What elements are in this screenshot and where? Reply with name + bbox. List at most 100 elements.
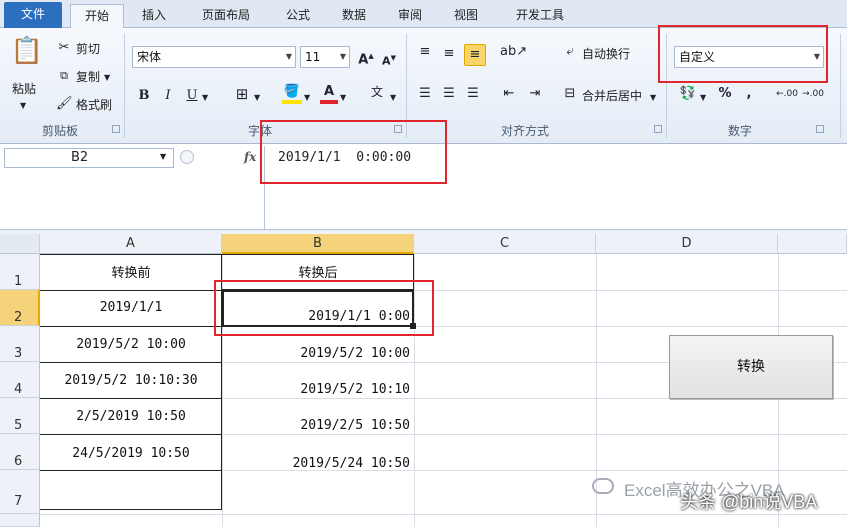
fill-color-icon[interactable]: 🪣 [282, 84, 302, 104]
align-bottom-icon[interactable]: ≡ [464, 44, 486, 66]
insert-function-icon[interactable]: fx [244, 150, 256, 164]
copy-dropdown-icon[interactable]: ▼ [104, 70, 110, 86]
underline-button[interactable]: U [184, 88, 200, 104]
merge-center-button[interactable]: 合并后居中 [582, 87, 642, 104]
orientation-icon[interactable]: ab↗ [500, 44, 527, 60]
table-border [40, 434, 222, 435]
watermark-author: 头条 @bin说VBA [680, 492, 818, 512]
row-header-2[interactable]: 2 [0, 290, 40, 326]
font-color-icon[interactable]: A [320, 84, 338, 104]
number-launcher-icon[interactable] [816, 125, 824, 133]
font-name-select[interactable]: 宋体 ▼ [132, 46, 296, 68]
align-right-icon[interactable]: ☰ [464, 86, 482, 102]
cell-a4[interactable]: 2019/5/2 10:10:30 [40, 373, 222, 388]
cell-b3[interactable]: 2019/5/2 10:00 [222, 346, 410, 361]
paste-button[interactable]: 粘贴 [12, 80, 36, 97]
increase-decimal-icon[interactable]: ←.00 [776, 86, 798, 102]
tab-insert[interactable]: 插入 [132, 4, 176, 28]
format-painter-icon: 🖌 [56, 96, 73, 111]
table-border [40, 290, 222, 291]
grow-font-icon[interactable]: A▲ [356, 48, 376, 68]
row-header-6[interactable]: 6 [0, 434, 40, 470]
row-header-4[interactable]: 4 [0, 362, 40, 398]
currency-icon[interactable]: 💱 [678, 86, 698, 102]
comma-button[interactable]: , [742, 86, 756, 102]
phonetic-dropdown-icon[interactable]: ▼ [390, 90, 396, 106]
align-middle-icon[interactable]: ≡ [440, 46, 458, 62]
cell-b4[interactable]: 2019/5/2 10:10 [222, 382, 410, 397]
clipboard-launcher-icon[interactable] [112, 125, 120, 133]
tab-review[interactable]: 审阅 [388, 4, 432, 28]
paste-dropdown-icon[interactable]: ▼ [20, 98, 26, 114]
cell-a2[interactable]: 2019/1/1 [40, 300, 222, 315]
cell-b6[interactable]: 2019/5/24 10:50 [222, 456, 410, 471]
convert-button[interactable]: 转换 [669, 335, 833, 399]
row-header-7[interactable]: 7 [0, 470, 40, 514]
increase-indent-icon[interactable]: ⇥ [526, 86, 544, 102]
font-size-select[interactable]: 11 ▼ [300, 46, 350, 68]
name-box[interactable]: B2 [4, 148, 174, 168]
cell-a3[interactable]: 2019/5/2 10:00 [40, 337, 222, 352]
cell-b5[interactable]: 2019/2/5 10:50 [222, 418, 410, 433]
cell-a5[interactable]: 2/5/2019 10:50 [40, 409, 222, 424]
cell-a1[interactable]: 转换前 [40, 262, 222, 281]
italic-button[interactable]: I [160, 88, 176, 104]
merge-dropdown-icon[interactable]: ▼ [650, 90, 656, 106]
formula-bar-handle[interactable] [180, 150, 194, 164]
percent-button[interactable]: % [716, 86, 734, 102]
align-top-icon[interactable]: ≡ [416, 44, 434, 60]
row-header-5[interactable]: 5 [0, 398, 40, 434]
column-header-a[interactable]: A [40, 234, 222, 254]
column-header-d[interactable]: D [596, 234, 778, 254]
alignment-launcher-icon[interactable] [654, 125, 662, 133]
column-header-c[interactable]: C [414, 234, 596, 254]
wrap-text-button[interactable]: 自动换行 [582, 45, 630, 62]
align-left-icon[interactable]: ☰ [416, 86, 434, 102]
divider [124, 34, 125, 138]
ribbon-tab-bar: 文件 开始 插入 页面布局 公式 数据 审阅 视图 开发工具 [0, 0, 847, 29]
tab-developer[interactable]: 开发工具 [500, 4, 580, 28]
tab-data[interactable]: 数据 [332, 4, 376, 28]
row-header-1[interactable]: 1 [0, 254, 40, 290]
fill-dropdown-icon[interactable]: ▼ [304, 90, 310, 106]
table-border [40, 470, 222, 471]
alignment-group-label: 对齐方式 [500, 124, 549, 138]
tab-home[interactable]: 开始 [70, 4, 124, 29]
borders-dropdown-icon[interactable]: ▼ [254, 90, 260, 106]
cut-button[interactable]: 剪切 [76, 40, 100, 57]
phonetic-icon[interactable]: 文 [366, 84, 388, 100]
copy-button[interactable]: 复制 [76, 68, 100, 85]
borders-icon[interactable]: ⊞ [232, 86, 252, 102]
cell-b1[interactable]: 转换后 [222, 262, 414, 281]
tab-file[interactable]: 文件 [4, 2, 62, 28]
name-box-dropdown-icon[interactable]: ▼ [160, 152, 166, 161]
underline-dropdown-icon[interactable]: ▼ [202, 90, 208, 106]
align-center-icon[interactable]: ☰ [440, 86, 458, 102]
tab-page-layout[interactable]: 页面布局 [186, 4, 266, 28]
row-header-8[interactable] [0, 514, 40, 527]
row-header-3[interactable]: 3 [0, 326, 40, 362]
wrap-text-icon: ⤶ [566, 44, 574, 59]
tab-view[interactable]: 视图 [444, 4, 488, 28]
decrease-indent-icon[interactable]: ⇤ [500, 86, 518, 102]
table-border [40, 326, 222, 327]
select-all-corner[interactable] [0, 234, 40, 254]
cell-a6[interactable]: 24/5/2019 10:50 [40, 446, 222, 461]
decrease-decimal-icon[interactable]: →.00 [802, 86, 824, 102]
paste-icon[interactable]: 📋 [10, 34, 44, 68]
merge-center-icon: ⊟ [564, 86, 576, 101]
annotation-box-formula [260, 120, 447, 184]
tab-formulas[interactable]: 公式 [276, 4, 320, 28]
column-header-e[interactable] [778, 234, 847, 254]
shrink-font-icon[interactable]: A▼ [380, 50, 398, 70]
font-name-value: 宋体 [137, 50, 162, 64]
font-color-dropdown-icon[interactable]: ▼ [340, 90, 346, 106]
column-header-b[interactable]: B [222, 234, 414, 254]
bold-button[interactable]: B [136, 88, 152, 104]
currency-dropdown-icon[interactable]: ▼ [700, 90, 706, 106]
scissors-icon: ✂ [58, 40, 70, 55]
increase-decimal-label: .00 [783, 89, 798, 99]
annotation-box-number-format [658, 25, 828, 83]
format-painter-button[interactable]: 格式刷 [76, 96, 112, 113]
copy-icon: ⧉ [60, 69, 68, 82]
